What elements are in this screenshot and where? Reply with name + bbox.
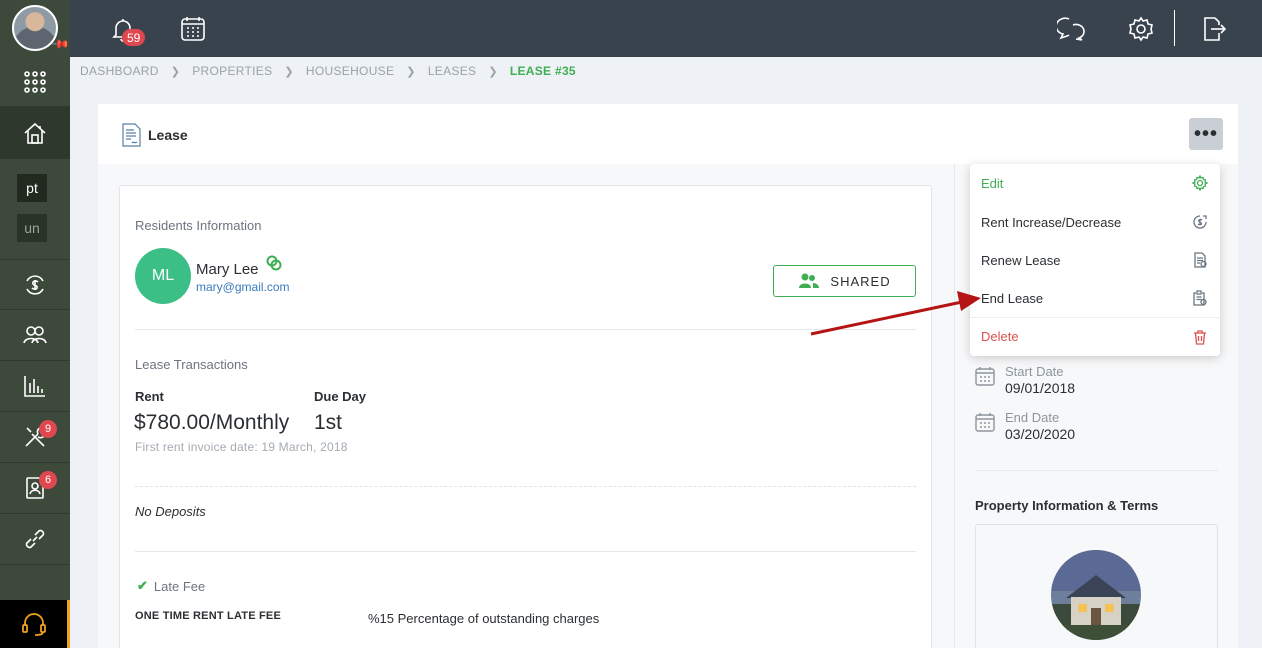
due-day-label: Due Day — [314, 389, 367, 404]
tenants-badge: 6 — [39, 471, 57, 489]
sidebar-item-people[interactable] — [0, 310, 70, 361]
chevron-right-icon: ❯ — [284, 65, 294, 78]
check-icon: ✔ — [137, 578, 148, 593]
menu-item-end-lease[interactable]: End Lease — [970, 279, 1220, 317]
chevron-right-icon: ❯ — [406, 65, 416, 78]
dollar-cycle-icon — [26, 274, 44, 295]
rent-value: $780.00/Monthly — [134, 411, 290, 434]
breadcrumb-dashboard[interactable]: DASHBOARD — [80, 64, 159, 78]
breadcrumb-property[interactable]: HOUSEHOUSE — [306, 64, 394, 78]
headset-icon — [21, 613, 46, 636]
shared-label: SHARED — [830, 273, 891, 289]
property-section-title: Property Information & Terms — [975, 498, 1159, 513]
sidebar-item-un[interactable]: un — [17, 214, 47, 242]
breadcrumb-properties[interactable]: PROPERTIES — [192, 64, 272, 78]
start-date-label: Start Date — [1005, 364, 1064, 379]
grid-icon — [24, 70, 46, 93]
shared-users-icon — [799, 273, 820, 288]
chevron-right-icon: ❯ — [488, 65, 498, 78]
support-button[interactable] — [0, 600, 70, 648]
menu-item-rent-increase-decrease[interactable]: Rent Increase/Decrease — [970, 203, 1220, 241]
calendar-icon — [975, 367, 995, 386]
menu-item-label: Renew Lease — [981, 252, 1061, 268]
bar-chart-icon — [24, 376, 45, 397]
menu-item-delete[interactable]: Delete — [970, 317, 1220, 355]
late-fee-heading: ✔ Late Fee — [137, 578, 205, 594]
first-invoice-note: First rent invoice date: 19 March, 2018 — [135, 440, 348, 454]
start-date-value: 09/01/2018 — [1005, 380, 1076, 396]
page-title: Lease — [148, 127, 188, 143]
link-icon — [25, 529, 45, 549]
more-options-menu: Edit Rent Increase/Decrease Renew Lease … — [970, 164, 1220, 356]
end-date-label: End Date — [1005, 410, 1060, 425]
sidebar-item-properties[interactable] — [0, 107, 70, 159]
menu-item-renew-lease[interactable]: Renew Lease — [970, 241, 1220, 279]
menu-item-label: Delete — [981, 329, 1019, 344]
menu-item-edit[interactable]: Edit — [970, 164, 1220, 202]
section-divider — [135, 551, 916, 552]
late-fee-label: Late Fee — [153, 578, 206, 594]
sidebar-item-reports[interactable] — [0, 361, 70, 412]
calendar-icon — [975, 413, 995, 432]
house-icon — [24, 122, 46, 144]
breadcrumb: DASHBOARD ❯ PROPERTIES ❯ HOUSEHOUSE ❯ LE… — [80, 64, 576, 78]
residents-section-title: Residents Information — [135, 218, 262, 233]
breadcrumb-current-lease: LEASE #35 — [509, 64, 576, 78]
topbar-divider — [1174, 10, 1175, 46]
section-divider — [975, 470, 1218, 471]
users-icon — [23, 326, 47, 344]
due-day-value: 1st — [314, 411, 343, 434]
settings-button[interactable] — [1124, 12, 1158, 46]
tools-badge: 9 — [39, 420, 57, 438]
sidebar: 📌 pt un 9 6 — [0, 0, 71, 648]
apps-grid-button[interactable] — [0, 57, 70, 107]
section-divider — [135, 329, 916, 330]
sidebar-item-payments[interactable] — [0, 259, 70, 310]
gear-icon — [1192, 175, 1208, 191]
resident-avatar: ML — [135, 248, 191, 304]
rent-label: Rent — [135, 389, 164, 404]
logout-icon — [1204, 17, 1227, 41]
deposits-note: No Deposits — [135, 504, 206, 519]
lease-document-icon — [122, 123, 141, 147]
trash-icon — [1194, 329, 1206, 345]
notification-count-badge: 59 — [122, 29, 146, 46]
chat-icon — [1057, 17, 1085, 41]
transactions-section-title: Lease Transactions — [135, 357, 248, 372]
end-date-value: 03/20/2020 — [1005, 426, 1076, 442]
sidebar-item-maintenance[interactable]: 9 — [0, 412, 70, 463]
late-fee-name: ONE TIME RENT LATE FEE — [135, 610, 281, 622]
property-photo — [1051, 550, 1141, 640]
section-divider — [135, 486, 916, 487]
dollar-clock-icon — [1193, 215, 1207, 229]
shared-button[interactable]: SHARED — [773, 265, 916, 297]
document-renew-icon — [1194, 252, 1207, 268]
calendar-icon — [181, 17, 205, 41]
panel-divider — [954, 164, 955, 648]
menu-item-label: Rent Increase/Decrease — [981, 214, 1122, 230]
gear-icon — [1129, 16, 1153, 42]
document-end-icon — [1193, 290, 1207, 306]
menu-item-label: End Lease — [981, 290, 1044, 306]
sidebar-item-integrations[interactable] — [0, 514, 70, 565]
logout-button[interactable] — [1196, 12, 1230, 46]
menu-item-label: Edit — [981, 175, 1004, 191]
sidebar-item-tenants[interactable]: 6 — [0, 463, 70, 514]
top-bar: 59 — [70, 0, 1262, 57]
linked-account-icon — [266, 255, 282, 271]
more-options-button[interactable]: ••• — [1189, 118, 1223, 150]
sidebar-item-pt[interactable]: pt — [17, 174, 47, 202]
messages-button[interactable] — [1054, 12, 1088, 46]
user-avatar[interactable]: 📌 — [0, 0, 71, 57]
late-fee-value: %15 Percentage of outstanding charges — [368, 611, 600, 626]
lease-card-header: Lease ••• — [98, 104, 1238, 164]
resident-name[interactable]: Mary Lee — [196, 261, 259, 278]
calendar-button[interactable] — [176, 12, 210, 46]
chevron-right-icon: ❯ — [170, 65, 181, 78]
breadcrumb-leases[interactable]: LEASES — [428, 64, 477, 78]
resident-email[interactable]: mary@gmail.com — [196, 280, 290, 294]
